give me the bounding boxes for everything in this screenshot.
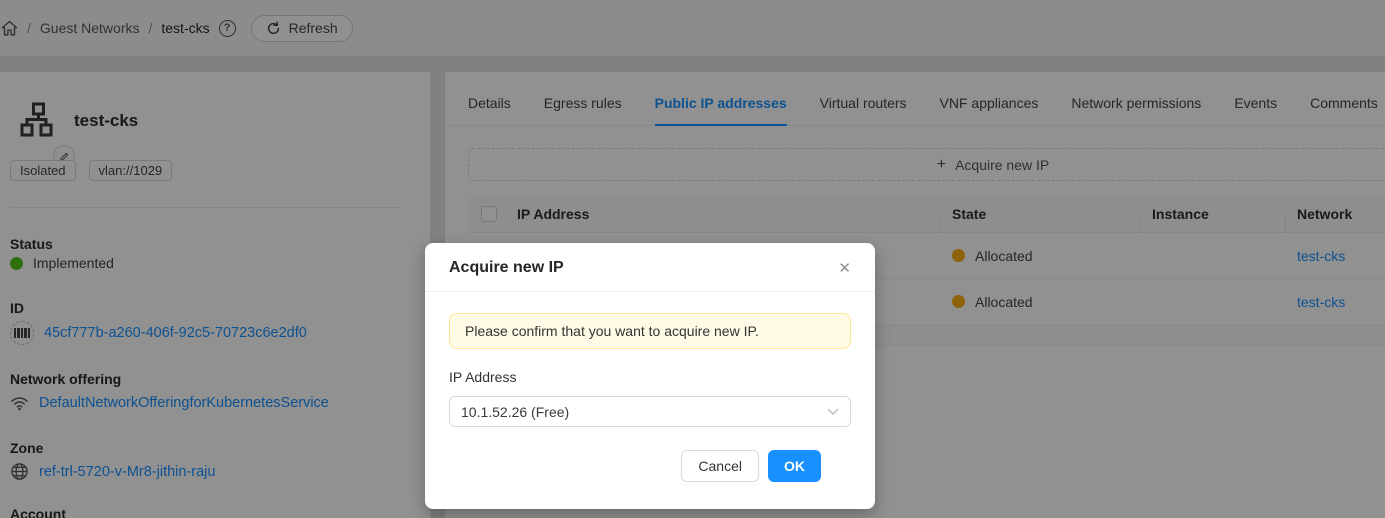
confirmation-alert: Please confirm that you want to acquire … bbox=[449, 313, 851, 349]
dialog-title: Acquire new IP bbox=[449, 259, 564, 277]
ok-button[interactable]: OK bbox=[768, 450, 821, 482]
cloudstack-app: / Guest Networks / test-cks ? Refresh te… bbox=[0, 0, 1385, 518]
acquire-new-ip-dialog: Acquire new IP ✕ Please confirm that you… bbox=[425, 243, 875, 509]
chevron-down-icon bbox=[827, 408, 839, 416]
dialog-header: Acquire new IP ✕ bbox=[425, 243, 875, 292]
close-icon[interactable]: ✕ bbox=[838, 261, 851, 276]
ip-address-label: IP Address bbox=[449, 369, 851, 385]
ip-address-selected-value: 10.1.52.26 (Free) bbox=[461, 404, 569, 420]
cancel-button[interactable]: Cancel bbox=[681, 450, 759, 482]
dialog-body: Please confirm that you want to acquire … bbox=[425, 292, 875, 482]
dialog-footer: Cancel OK bbox=[449, 427, 851, 482]
ip-address-select[interactable]: 10.1.52.26 (Free) bbox=[449, 396, 851, 427]
